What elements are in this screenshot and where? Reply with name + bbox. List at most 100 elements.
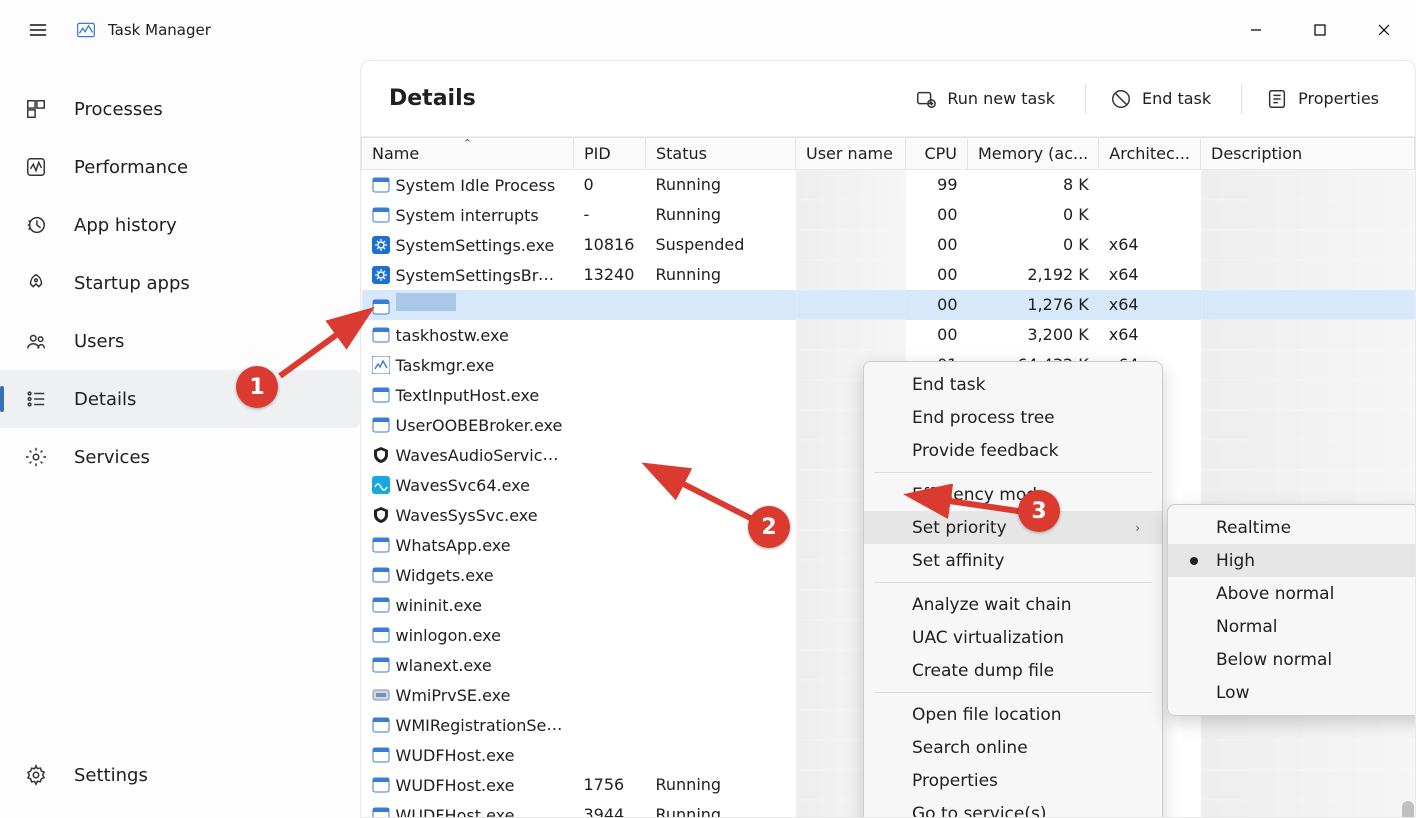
- end-task-button[interactable]: End task: [1085, 84, 1219, 114]
- table-row[interactable]: taskhostw.exe003,200 Kx64: [362, 320, 1415, 350]
- memory-cell: 1,276 K: [968, 290, 1099, 320]
- priority-submenu: Realtime High Above normal Normal Below …: [1167, 504, 1416, 716]
- vertical-scrollbar[interactable]: [1402, 801, 1414, 818]
- description-cell: [1201, 470, 1415, 500]
- process-name: WavesAudioService.exe: [396, 445, 574, 465]
- sidebar-item-details[interactable]: Details: [0, 370, 360, 428]
- status-cell: [646, 590, 796, 620]
- app-title: Task Manager: [108, 21, 211, 39]
- menu-analyze-wait-chain[interactable]: Analyze wait chain: [864, 588, 1162, 621]
- process-name: wlanext.exe: [396, 656, 492, 675]
- sidebar-item-settings[interactable]: Settings: [0, 746, 360, 804]
- table-row[interactable]: 001,276 Kx64: [362, 290, 1415, 320]
- app-icon: [76, 20, 96, 40]
- process-icon: [372, 476, 390, 494]
- priority-low[interactable]: Low: [1168, 676, 1416, 709]
- status-cell: [646, 740, 796, 770]
- maximize-button[interactable]: [1288, 8, 1352, 53]
- priority-normal[interactable]: Normal: [1168, 610, 1416, 643]
- menu-set-priority[interactable]: Set priority ›: [864, 511, 1162, 544]
- process-name: SystemSettings.exe: [396, 236, 555, 255]
- history-icon: [24, 213, 48, 237]
- col-header-pid[interactable]: PID: [574, 138, 646, 170]
- users-icon: [24, 329, 48, 353]
- col-header-architecture[interactable]: Architec...: [1099, 138, 1201, 170]
- col-header-cpu[interactable]: CPU: [906, 138, 968, 170]
- page-title: Details: [389, 86, 476, 111]
- process-name: WmiPrvSE.exe: [396, 686, 511, 705]
- menu-set-affinity[interactable]: Set affinity: [864, 544, 1162, 577]
- sidebar-label: Services: [74, 447, 150, 468]
- description-cell: [1201, 440, 1415, 470]
- status-cell: [646, 440, 796, 470]
- process-icon: [372, 356, 390, 374]
- sidebar-label: Users: [74, 331, 124, 352]
- description-cell: [1201, 410, 1415, 440]
- pid-cell: [574, 350, 646, 380]
- pid-cell: [574, 290, 646, 320]
- menu-efficiency-mode[interactable]: Efficiency mode: [864, 478, 1162, 511]
- menu-open-file-location[interactable]: Open file location: [864, 698, 1162, 731]
- memory-cell: 8 K: [968, 170, 1099, 200]
- menu-provide-feedback[interactable]: Provide feedback: [864, 434, 1162, 467]
- menu-end-process-tree[interactable]: End process tree: [864, 401, 1162, 434]
- menu-separator: [874, 582, 1152, 583]
- menu-end-task[interactable]: End task: [864, 368, 1162, 401]
- process-name: taskhostw.exe: [396, 326, 509, 345]
- sidebar-item-performance[interactable]: Performance: [0, 138, 360, 196]
- menu-go-to-services[interactable]: Go to service(s): [864, 797, 1162, 818]
- list-icon: [24, 387, 48, 411]
- run-new-task-button[interactable]: Run new task: [915, 84, 1063, 114]
- sidebar-label: Settings: [74, 765, 148, 786]
- minimize-button[interactable]: [1224, 8, 1288, 53]
- description-cell: [1201, 260, 1415, 290]
- process-icon: [372, 446, 390, 464]
- col-header-description[interactable]: Description: [1201, 138, 1415, 170]
- col-header-status[interactable]: Status: [646, 138, 796, 170]
- table-row[interactable]: System interrupts-Running000 K: [362, 200, 1415, 230]
- hamburger-menu-button[interactable]: [20, 12, 56, 48]
- sidebar-item-startup-apps[interactable]: Startup apps: [0, 254, 360, 312]
- menu-create-dump-file[interactable]: Create dump file: [864, 654, 1162, 687]
- col-header-user[interactable]: User name: [796, 138, 906, 170]
- status-cell: [646, 470, 796, 500]
- priority-high[interactable]: High: [1168, 544, 1416, 577]
- priority-above-normal[interactable]: Above normal: [1168, 577, 1416, 610]
- col-header-name[interactable]: ⌃Name: [362, 138, 574, 170]
- sidebar-item-app-history[interactable]: App history: [0, 196, 360, 254]
- col-header-memory[interactable]: Memory (ac...: [968, 138, 1099, 170]
- rocket-icon: [24, 271, 48, 295]
- sidebar-item-users[interactable]: Users: [0, 312, 360, 370]
- arch-cell: [1099, 200, 1201, 230]
- table-row[interactable]: SystemSettingsBroke...13240Running002,19…: [362, 260, 1415, 290]
- menu-properties[interactable]: Properties: [864, 764, 1162, 797]
- process-name: TextInputHost.exe: [396, 386, 540, 405]
- sidebar-item-processes[interactable]: Processes: [0, 80, 360, 138]
- table-row[interactable]: System Idle Process0Running998 K: [362, 170, 1415, 200]
- run-task-icon: [915, 88, 937, 110]
- status-cell: Running: [646, 800, 796, 818]
- properties-button[interactable]: Properties: [1241, 84, 1387, 114]
- pid-cell: 3944: [574, 800, 646, 818]
- pulse-icon: [24, 155, 48, 179]
- priority-realtime[interactable]: Realtime: [1168, 511, 1416, 544]
- menu-search-online[interactable]: Search online: [864, 731, 1162, 764]
- close-button[interactable]: [1352, 8, 1416, 53]
- pid-cell: [574, 680, 646, 710]
- process-name: UserOOBEBroker.exe: [396, 416, 563, 435]
- cpu-cell: 00: [906, 200, 968, 230]
- memory-cell: 3,200 K: [968, 320, 1099, 350]
- pid-cell: [574, 440, 646, 470]
- process-name: winlogon.exe: [396, 626, 501, 645]
- process-name: SystemSettingsBroke...: [396, 265, 574, 285]
- process-name: System interrupts: [396, 206, 539, 225]
- selected-dot-icon: [1190, 557, 1198, 565]
- menu-uac-virtualization[interactable]: UAC virtualization: [864, 621, 1162, 654]
- pid-cell: [574, 380, 646, 410]
- sidebar-item-services[interactable]: Services: [0, 428, 360, 486]
- priority-below-normal[interactable]: Below normal: [1168, 643, 1416, 676]
- description-cell: [1201, 290, 1415, 320]
- table-row[interactable]: SystemSettings.exe10816Suspended000 Kx64: [362, 230, 1415, 260]
- cpu-cell: 00: [906, 290, 968, 320]
- arch-cell: x64: [1099, 260, 1201, 290]
